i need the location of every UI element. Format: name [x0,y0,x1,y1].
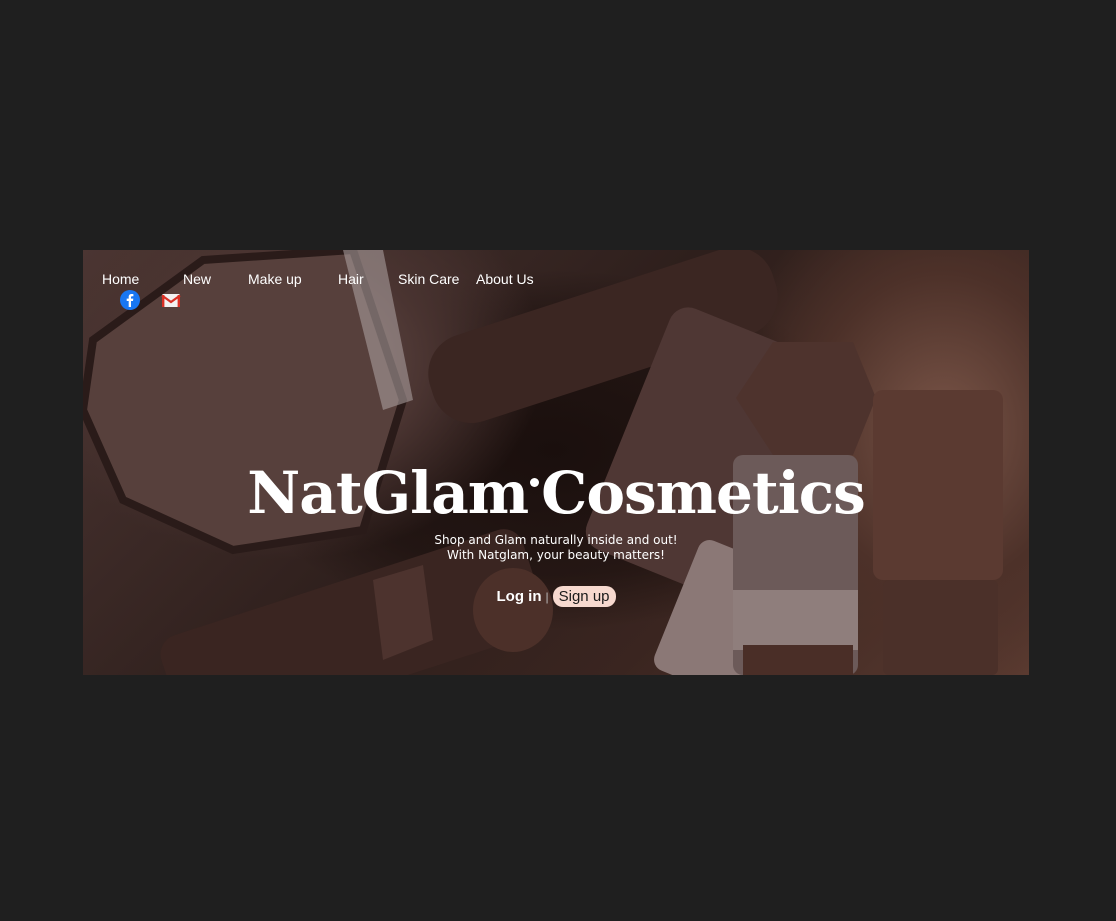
brand-title-right: Cosmetics [541,459,866,527]
auth-actions: Log in | Sign up [83,586,1029,607]
hero-banner: Home New Make up Hair Skin Care About Us… [83,250,1029,675]
top-nav: Home New Make up Hair Skin Care About Us [83,250,1029,310]
nav-item-hair[interactable]: Hair [338,271,364,287]
nav-item-make-up[interactable]: Make up [248,271,302,287]
tagline-line-1: Shop and Glam naturally inside and out! [434,533,678,547]
nav-item-skin-care[interactable]: Skin Care [398,271,459,287]
auth-separator: | [545,590,549,604]
facebook-icon[interactable] [120,290,140,310]
brand-title: NatGlam Cosmetics [83,458,1029,528]
login-button[interactable]: Log in [497,588,542,605]
nav-item-about-us[interactable]: About Us [476,271,534,287]
brand-title-left: NatGlam [247,459,529,527]
tagline-line-2: With Natglam, your beauty matters! [447,548,665,562]
gmail-icon[interactable] [161,290,181,310]
nav-item-new[interactable]: New [183,271,211,287]
brand-title-dot [530,478,540,487]
signup-button[interactable]: Sign up [552,586,616,607]
nav-item-home[interactable]: Home [102,271,139,287]
